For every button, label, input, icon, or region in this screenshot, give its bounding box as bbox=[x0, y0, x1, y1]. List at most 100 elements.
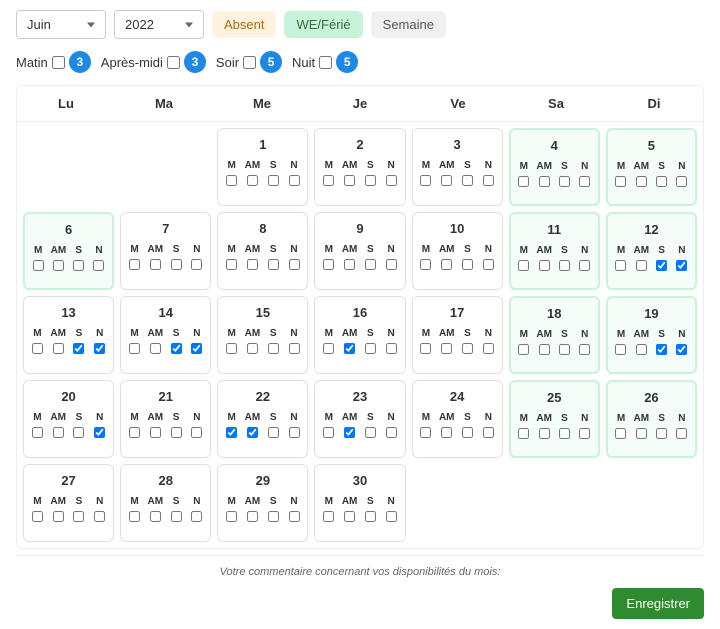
slot-checkbox-m[interactable] bbox=[518, 176, 529, 187]
year-select[interactable]: 2022 bbox=[114, 10, 204, 39]
slot-checkbox-am[interactable] bbox=[441, 427, 452, 438]
slot-checkbox-s[interactable] bbox=[268, 427, 279, 438]
slot-checkbox-m[interactable] bbox=[323, 259, 334, 270]
slot-checkbox-am[interactable] bbox=[539, 260, 550, 271]
slot-checkbox-m[interactable] bbox=[32, 511, 43, 522]
slot-checkbox-n[interactable] bbox=[676, 260, 687, 271]
slot-checkbox-am[interactable] bbox=[539, 344, 550, 355]
slot-checkbox-am[interactable] bbox=[636, 428, 647, 439]
slot-checkbox-n[interactable] bbox=[386, 427, 397, 438]
save-button[interactable]: Enregistrer bbox=[612, 588, 704, 619]
slot-checkbox-s[interactable] bbox=[268, 259, 279, 270]
slot-checkbox-s[interactable] bbox=[462, 343, 473, 354]
chip-week[interactable]: Semaine bbox=[371, 11, 446, 38]
slot-checkbox-am[interactable] bbox=[636, 176, 647, 187]
slot-checkbox-s[interactable] bbox=[462, 427, 473, 438]
slot-checkbox-am[interactable] bbox=[247, 175, 258, 186]
checkbox-apresmidi-all[interactable] bbox=[167, 56, 180, 69]
slot-checkbox-n[interactable] bbox=[386, 175, 397, 186]
slot-checkbox-am[interactable] bbox=[53, 511, 64, 522]
slot-checkbox-s[interactable] bbox=[73, 260, 84, 271]
slot-checkbox-m[interactable] bbox=[323, 343, 334, 354]
slot-checkbox-n[interactable] bbox=[579, 260, 590, 271]
slot-checkbox-s[interactable] bbox=[73, 343, 84, 354]
slot-checkbox-m[interactable] bbox=[129, 343, 140, 354]
slot-checkbox-am[interactable] bbox=[344, 259, 355, 270]
slot-checkbox-n[interactable] bbox=[191, 427, 202, 438]
slot-checkbox-n[interactable] bbox=[191, 343, 202, 354]
slot-checkbox-n[interactable] bbox=[94, 511, 105, 522]
slot-checkbox-am[interactable] bbox=[344, 175, 355, 186]
slot-checkbox-am[interactable] bbox=[344, 511, 355, 522]
slot-checkbox-m[interactable] bbox=[615, 428, 626, 439]
slot-checkbox-am[interactable] bbox=[539, 176, 550, 187]
slot-checkbox-m[interactable] bbox=[518, 428, 529, 439]
slot-checkbox-am[interactable] bbox=[247, 427, 258, 438]
slot-checkbox-s[interactable] bbox=[73, 511, 84, 522]
slot-checkbox-s[interactable] bbox=[268, 511, 279, 522]
slot-checkbox-m[interactable] bbox=[615, 176, 626, 187]
slot-checkbox-am[interactable] bbox=[150, 259, 161, 270]
month-select[interactable]: Juin bbox=[16, 10, 106, 39]
slot-checkbox-s[interactable] bbox=[365, 175, 376, 186]
slot-checkbox-m[interactable] bbox=[323, 427, 334, 438]
slot-checkbox-n[interactable] bbox=[483, 343, 494, 354]
slot-checkbox-m[interactable] bbox=[226, 343, 237, 354]
slot-checkbox-n[interactable] bbox=[94, 343, 105, 354]
slot-checkbox-m[interactable] bbox=[323, 175, 334, 186]
slot-checkbox-m[interactable] bbox=[615, 344, 626, 355]
slot-checkbox-n[interactable] bbox=[93, 260, 104, 271]
slot-checkbox-s[interactable] bbox=[462, 175, 473, 186]
slot-checkbox-n[interactable] bbox=[289, 511, 300, 522]
slot-checkbox-am[interactable] bbox=[441, 259, 452, 270]
slot-checkbox-am[interactable] bbox=[53, 343, 64, 354]
slot-checkbox-n[interactable] bbox=[289, 259, 300, 270]
slot-checkbox-am[interactable] bbox=[441, 343, 452, 354]
slot-checkbox-m[interactable] bbox=[226, 511, 237, 522]
slot-checkbox-s[interactable] bbox=[171, 511, 182, 522]
slot-checkbox-s[interactable] bbox=[365, 259, 376, 270]
slot-checkbox-m[interactable] bbox=[129, 259, 140, 270]
slot-checkbox-am[interactable] bbox=[539, 428, 550, 439]
slot-checkbox-m[interactable] bbox=[226, 427, 237, 438]
slot-checkbox-am[interactable] bbox=[247, 259, 258, 270]
slot-checkbox-n[interactable] bbox=[676, 344, 687, 355]
slot-checkbox-s[interactable] bbox=[365, 343, 376, 354]
slot-checkbox-n[interactable] bbox=[289, 427, 300, 438]
slot-checkbox-n[interactable] bbox=[94, 427, 105, 438]
slot-checkbox-am[interactable] bbox=[636, 344, 647, 355]
slot-checkbox-s[interactable] bbox=[268, 175, 279, 186]
slot-checkbox-am[interactable] bbox=[53, 260, 64, 271]
checkbox-soir-all[interactable] bbox=[243, 56, 256, 69]
slot-checkbox-am[interactable] bbox=[53, 427, 64, 438]
slot-checkbox-s[interactable] bbox=[656, 344, 667, 355]
slot-checkbox-n[interactable] bbox=[289, 343, 300, 354]
slot-checkbox-n[interactable] bbox=[676, 176, 687, 187]
slot-checkbox-s[interactable] bbox=[656, 176, 667, 187]
slot-checkbox-n[interactable] bbox=[386, 259, 397, 270]
chip-weekend[interactable]: WE/Férié bbox=[284, 11, 362, 38]
slot-checkbox-s[interactable] bbox=[559, 428, 570, 439]
slot-checkbox-m[interactable] bbox=[615, 260, 626, 271]
slot-checkbox-s[interactable] bbox=[656, 260, 667, 271]
slot-checkbox-m[interactable] bbox=[129, 511, 140, 522]
slot-checkbox-s[interactable] bbox=[559, 344, 570, 355]
slot-checkbox-m[interactable] bbox=[518, 260, 529, 271]
slot-checkbox-n[interactable] bbox=[386, 511, 397, 522]
slot-checkbox-am[interactable] bbox=[247, 511, 258, 522]
slot-checkbox-s[interactable] bbox=[171, 427, 182, 438]
slot-checkbox-s[interactable] bbox=[171, 259, 182, 270]
slot-checkbox-n[interactable] bbox=[579, 428, 590, 439]
slot-checkbox-s[interactable] bbox=[171, 343, 182, 354]
slot-checkbox-s[interactable] bbox=[365, 511, 376, 522]
slot-checkbox-s[interactable] bbox=[462, 259, 473, 270]
slot-checkbox-m[interactable] bbox=[323, 511, 334, 522]
checkbox-nuit-all[interactable] bbox=[319, 56, 332, 69]
slot-checkbox-am[interactable] bbox=[344, 343, 355, 354]
slot-checkbox-n[interactable] bbox=[676, 428, 687, 439]
slot-checkbox-n[interactable] bbox=[386, 343, 397, 354]
slot-checkbox-s[interactable] bbox=[365, 427, 376, 438]
slot-checkbox-n[interactable] bbox=[483, 259, 494, 270]
checkbox-matin-all[interactable] bbox=[52, 56, 65, 69]
slot-checkbox-m[interactable] bbox=[420, 343, 431, 354]
